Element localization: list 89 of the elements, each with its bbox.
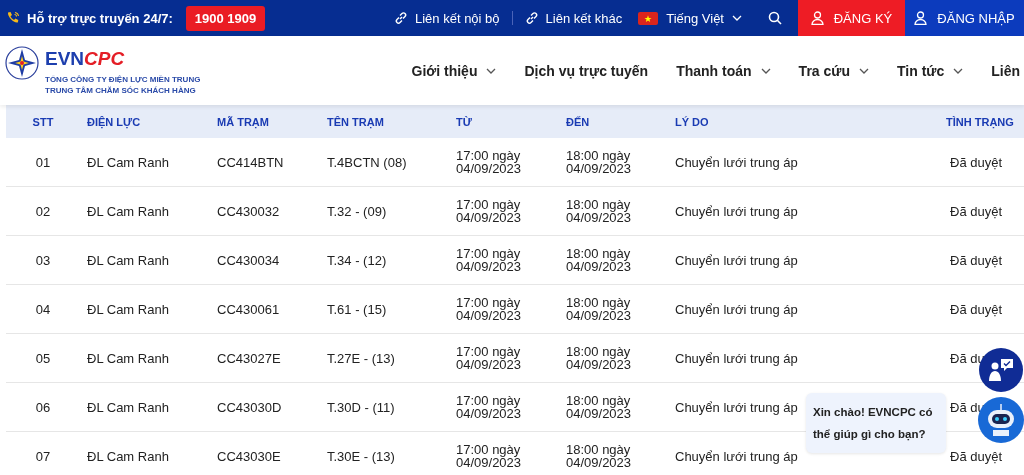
- table-cell-text: Đã duyệt: [949, 301, 1003, 317]
- chat-greeting: Xin chào! EVNCPC có thể giúp gì cho bạn?: [806, 393, 946, 453]
- table-cell-text: Đã duyệt: [949, 252, 1003, 268]
- table-cell-text: 17:00 ngày 04/09/2023: [455, 393, 523, 420]
- link-item[interactable]: Liên kết nội bộ: [394, 10, 500, 26]
- table-cell: CC43030D: [216, 399, 282, 415]
- column-header: STT: [31, 115, 55, 128]
- table-cell: T.30E - (13): [326, 448, 395, 464]
- table-cell-text: 17:00 ngày 04/09/2023: [455, 442, 523, 469]
- support-agent-icon: [987, 357, 1015, 383]
- table-cell: 06: [35, 399, 51, 415]
- column-header: TÊN TRẠM: [326, 115, 385, 128]
- table-cell-text: 18:00 ngày 04/09/2023: [565, 148, 633, 175]
- table-cell: T.61 - (15): [326, 301, 387, 317]
- table-cell: Chuyển lưới trung áp: [674, 399, 798, 415]
- table-cell: CC414BTN: [216, 154, 284, 170]
- table-cell-text: 17:00 ngày 04/09/2023: [455, 295, 523, 322]
- nav-item[interactable]: Tra cứu: [784, 62, 883, 79]
- table-cell-text: 18:00 ngày 04/09/2023: [565, 295, 633, 322]
- logo-subtitle: TRUNG TÂM CHĂM SÓC KHÁCH HÀNG: [45, 84, 197, 96]
- table-cell: CC43027E: [216, 350, 281, 366]
- table-cell: 01: [35, 154, 51, 170]
- link-icon: [524, 11, 539, 25]
- table-cell: Chuyển lưới trung áp: [674, 203, 798, 219]
- table-cell: 03: [35, 252, 51, 268]
- table-cell-text: 18:00 ngày 04/09/2023: [565, 246, 633, 273]
- table-cell: T.27E - (13): [326, 350, 395, 366]
- search-icon[interactable]: [768, 11, 782, 25]
- login-button[interactable]: ĐĂNG NHẬP: [905, 0, 1024, 36]
- register-button[interactable]: ĐĂNG KÝ: [798, 0, 905, 36]
- table-cell-text: 18:00 ngày 04/09/2023: [565, 197, 633, 224]
- table-cell: T.34 - (12): [326, 252, 387, 268]
- link-icon: [394, 11, 408, 25]
- table-cell: 04: [35, 301, 51, 317]
- table-cell: 07: [35, 448, 51, 464]
- column-header: TÌNH TRẠNG: [946, 115, 1015, 128]
- table-cell-text: 17:00 ngày 04/09/2023: [455, 246, 523, 273]
- column-header: MÃ TRẠM: [216, 115, 270, 128]
- table-cell-text: 18:00 ngày 04/09/2023: [565, 393, 633, 420]
- table-cell: Chuyển lưới trung áp: [674, 350, 798, 366]
- phone-icon: [6, 11, 20, 25]
- column-header: TỪ: [455, 115, 473, 128]
- table-cell: 02: [35, 203, 51, 219]
- table-cell: Chuyển lưới trung áp: [674, 448, 798, 464]
- table-cell-text: 17:00 ngày 04/09/2023: [455, 197, 523, 224]
- table-cell: ĐL Cam Ranh: [86, 350, 169, 366]
- table-cell: Chuyển lưới trung áp: [674, 301, 798, 317]
- language-selector[interactable]: Tiếng Việt: [638, 10, 742, 26]
- table-cell-text: 17:00 ngày 04/09/2023: [455, 344, 523, 371]
- column-header: LÝ DO: [674, 115, 710, 128]
- nav-item[interactable]: Giới thiệu: [397, 62, 511, 79]
- user-icon: [914, 11, 928, 25]
- table-cell: ĐL Cam Ranh: [86, 448, 169, 464]
- table-cell: Chuyển lưới trung áp: [674, 154, 798, 170]
- table-cell: Chuyển lưới trung áp: [674, 252, 798, 268]
- table-cell: CC430032: [216, 203, 280, 219]
- table-cell: ĐL Cam Ranh: [86, 154, 169, 170]
- table-cell-text: 17:00 ngày 04/09/2023: [455, 148, 523, 175]
- user-icon: [810, 11, 824, 25]
- table-cell-text: Đã duyệt: [949, 154, 1003, 170]
- logo-text: EVNCPC: [45, 47, 126, 70]
- nav-item[interactable]: Thanh toán: [662, 62, 785, 79]
- table-cell: T.30D - (11): [326, 399, 395, 415]
- nav-item[interactable]: Tin tức: [883, 62, 978, 79]
- table-cell-text: Đã duyệt: [949, 448, 1003, 464]
- table-cell: 05: [35, 350, 51, 366]
- flag-icon: [638, 11, 659, 25]
- hotline-number[interactable]: 1900 1909: [185, 5, 266, 31]
- table-cell-text: 18:00 ngày 04/09/2023: [565, 442, 633, 469]
- table-cell: ĐL Cam Ranh: [86, 203, 169, 219]
- link-item[interactable]: Liên kết khác: [524, 10, 623, 26]
- table-cell-text: Đã duyệt: [949, 203, 1003, 219]
- logo-icon: [5, 45, 39, 80]
- chevron-down-icon: [732, 15, 742, 21]
- table-cell: T.4BCTN (08): [326, 154, 407, 170]
- hotline-label: Hỗ trợ trực truyến 24/7:: [27, 10, 173, 26]
- table-cell-text: 18:00 ngày 04/09/2023: [565, 344, 633, 371]
- table-cell: ĐL Cam Ranh: [86, 399, 169, 415]
- logo-subtitle: TỔNG CÔNG TY ĐIỆN LỰC MIỀN TRUNG: [45, 73, 201, 85]
- table-cell: T.32 - (09): [326, 203, 387, 219]
- table-cell: ĐL Cam Ranh: [86, 301, 169, 317]
- column-header: ĐIỆN LỰC: [86, 115, 142, 128]
- table-cell: CC430061: [216, 301, 280, 317]
- table-cell: CC430034: [216, 252, 280, 268]
- table-cell: CC43030E: [216, 448, 281, 464]
- table-cell: ĐL Cam Ranh: [86, 252, 169, 268]
- nav-item[interactable]: Liên: [977, 62, 1024, 79]
- nav-item[interactable]: Dịch vụ trực tuyến: [510, 62, 663, 79]
- column-header: ĐẾN: [565, 115, 591, 128]
